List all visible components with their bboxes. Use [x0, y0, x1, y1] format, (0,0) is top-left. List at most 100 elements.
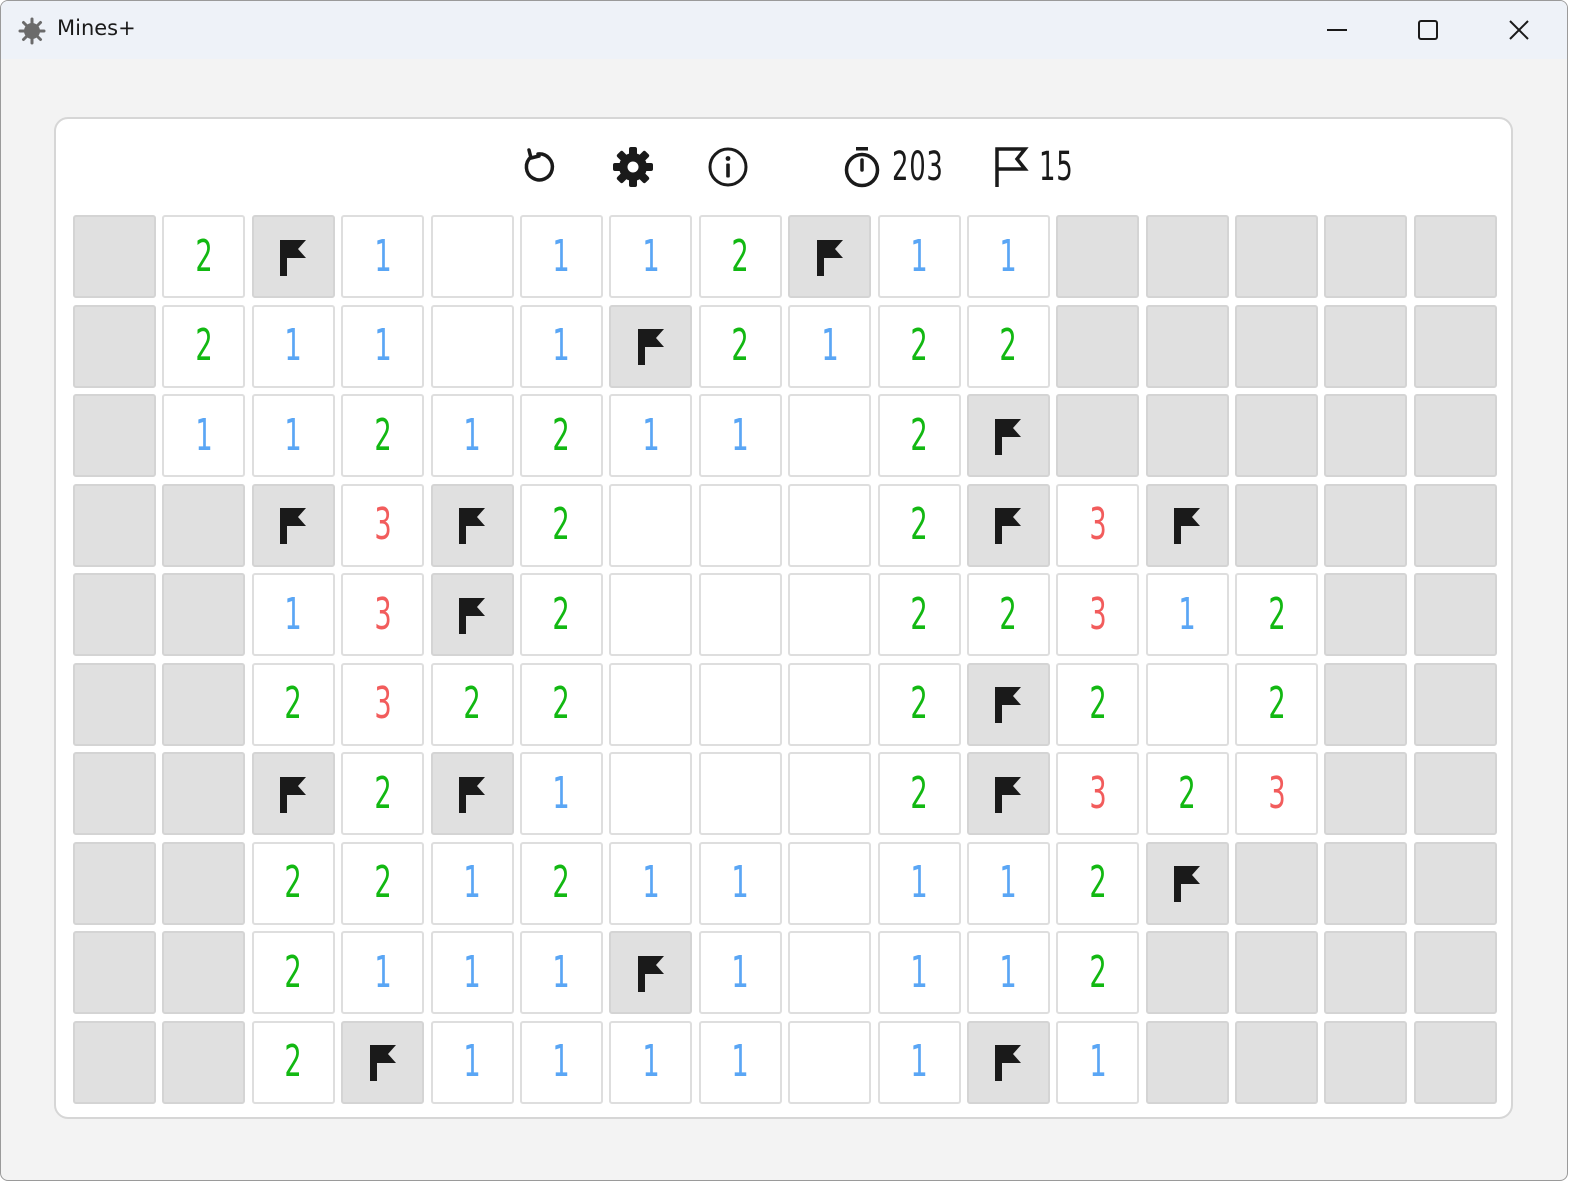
revealed-number-cell[interactable]: 2 [877, 483, 961, 567]
flagged-cell[interactable] [1145, 841, 1229, 925]
revealed-empty-cell[interactable] [609, 662, 693, 746]
revealed-empty-cell[interactable] [1145, 662, 1229, 746]
revealed-number-cell[interactable]: 2 [519, 573, 603, 656]
hidden-cell[interactable] [1413, 752, 1497, 835]
revealed-number-cell[interactable]: 1 [519, 931, 603, 1014]
revealed-number-cell[interactable]: 1 [966, 215, 1050, 298]
hidden-cell[interactable] [1145, 931, 1229, 1014]
hidden-cell[interactable] [73, 752, 156, 835]
revealed-number-cell[interactable]: 3 [1056, 573, 1140, 656]
revealed-number-cell[interactable]: 1 [698, 394, 782, 477]
revealed-number-cell[interactable]: 3 [341, 483, 425, 567]
revealed-number-cell[interactable]: 1 [341, 215, 425, 298]
flagged-cell[interactable] [966, 752, 1050, 835]
revealed-number-cell[interactable]: 1 [788, 304, 872, 388]
revealed-empty-cell[interactable] [788, 573, 872, 656]
hidden-cell[interactable] [73, 394, 156, 477]
revealed-number-cell[interactable]: 1 [877, 931, 961, 1014]
hidden-cell[interactable] [1235, 394, 1319, 477]
revealed-number-cell[interactable]: 2 [251, 931, 335, 1014]
revealed-number-cell[interactable]: 1 [251, 304, 335, 388]
revealed-number-cell[interactable]: 1 [341, 931, 425, 1014]
flagged-cell[interactable] [341, 1020, 425, 1104]
revealed-empty-cell[interactable] [609, 483, 693, 567]
hidden-cell[interactable] [1145, 1020, 1229, 1104]
revealed-empty-cell[interactable] [788, 931, 872, 1014]
hidden-cell[interactable] [1235, 841, 1319, 925]
flagged-cell[interactable] [1145, 483, 1229, 567]
revealed-number-cell[interactable]: 1 [430, 841, 514, 925]
maximize-button[interactable] [1384, 1, 1472, 59]
revealed-number-cell[interactable]: 2 [966, 304, 1050, 388]
revealed-number-cell[interactable]: 2 [519, 394, 603, 477]
hidden-cell[interactable] [162, 573, 246, 656]
hidden-cell[interactable] [1324, 483, 1408, 567]
revealed-number-cell[interactable]: 1 [877, 1020, 961, 1104]
revealed-empty-cell[interactable] [698, 573, 782, 656]
hidden-cell[interactable] [1413, 1020, 1497, 1104]
hidden-cell[interactable] [1235, 1020, 1319, 1104]
hidden-cell[interactable] [1324, 304, 1408, 388]
close-button[interactable] [1475, 1, 1563, 59]
flagged-cell[interactable] [609, 931, 693, 1014]
hidden-cell[interactable] [73, 1020, 156, 1104]
hidden-cell[interactable] [162, 662, 246, 746]
revealed-number-cell[interactable]: 1 [609, 1020, 693, 1104]
revealed-number-cell[interactable]: 1 [251, 394, 335, 477]
hidden-cell[interactable] [1413, 483, 1497, 567]
hidden-cell[interactable] [1413, 841, 1497, 925]
revealed-number-cell[interactable]: 2 [519, 483, 603, 567]
flagged-cell[interactable] [966, 394, 1050, 477]
hidden-cell[interactable] [162, 1020, 246, 1104]
hidden-cell[interactable] [1056, 215, 1140, 298]
hidden-cell[interactable] [1413, 931, 1497, 1014]
revealed-number-cell[interactable]: 2 [877, 662, 961, 746]
revealed-number-cell[interactable]: 3 [1056, 752, 1140, 835]
revealed-empty-cell[interactable] [609, 573, 693, 656]
revealed-number-cell[interactable]: 1 [1145, 573, 1229, 656]
revealed-number-cell[interactable]: 2 [1056, 931, 1140, 1014]
flagged-cell[interactable] [251, 752, 335, 835]
hidden-cell[interactable] [1145, 304, 1229, 388]
revealed-empty-cell[interactable] [788, 483, 872, 567]
hidden-cell[interactable] [1056, 394, 1140, 477]
hidden-cell[interactable] [1324, 662, 1408, 746]
revealed-number-cell[interactable]: 2 [162, 304, 246, 388]
info-button[interactable] [704, 143, 752, 191]
revealed-number-cell[interactable]: 1 [519, 752, 603, 835]
revealed-number-cell[interactable]: 1 [609, 394, 693, 477]
hidden-cell[interactable] [73, 931, 156, 1014]
hidden-cell[interactable] [1324, 931, 1408, 1014]
revealed-number-cell[interactable]: 1 [877, 215, 961, 298]
revealed-empty-cell[interactable] [430, 304, 514, 388]
revealed-number-cell[interactable]: 2 [251, 1020, 335, 1104]
revealed-number-cell[interactable]: 1 [162, 394, 246, 477]
revealed-empty-cell[interactable] [788, 662, 872, 746]
hidden-cell[interactable] [1413, 662, 1497, 746]
revealed-number-cell[interactable]: 1 [609, 215, 693, 298]
hidden-cell[interactable] [1145, 394, 1229, 477]
hidden-cell[interactable] [1413, 215, 1497, 298]
revealed-number-cell[interactable]: 1 [698, 931, 782, 1014]
hidden-cell[interactable] [1324, 573, 1408, 656]
revealed-empty-cell[interactable] [788, 394, 872, 477]
flagged-cell[interactable] [966, 1020, 1050, 1104]
hidden-cell[interactable] [73, 573, 156, 656]
flagged-cell[interactable] [251, 215, 335, 298]
revealed-number-cell[interactable]: 1 [519, 215, 603, 298]
hidden-cell[interactable] [1413, 394, 1497, 477]
revealed-empty-cell[interactable] [788, 841, 872, 925]
restart-button[interactable] [514, 143, 562, 191]
hidden-cell[interactable] [1324, 394, 1408, 477]
hidden-cell[interactable] [1235, 215, 1319, 298]
revealed-number-cell[interactable]: 2 [430, 662, 514, 746]
revealed-number-cell[interactable]: 2 [877, 394, 961, 477]
revealed-number-cell[interactable]: 2 [1056, 662, 1140, 746]
settings-button[interactable] [609, 143, 657, 191]
revealed-number-cell[interactable]: 2 [341, 841, 425, 925]
revealed-number-cell[interactable]: 1 [698, 1020, 782, 1104]
hidden-cell[interactable] [1324, 752, 1408, 835]
revealed-number-cell[interactable]: 2 [698, 304, 782, 388]
revealed-number-cell[interactable]: 1 [966, 931, 1050, 1014]
revealed-number-cell[interactable]: 2 [162, 215, 246, 298]
